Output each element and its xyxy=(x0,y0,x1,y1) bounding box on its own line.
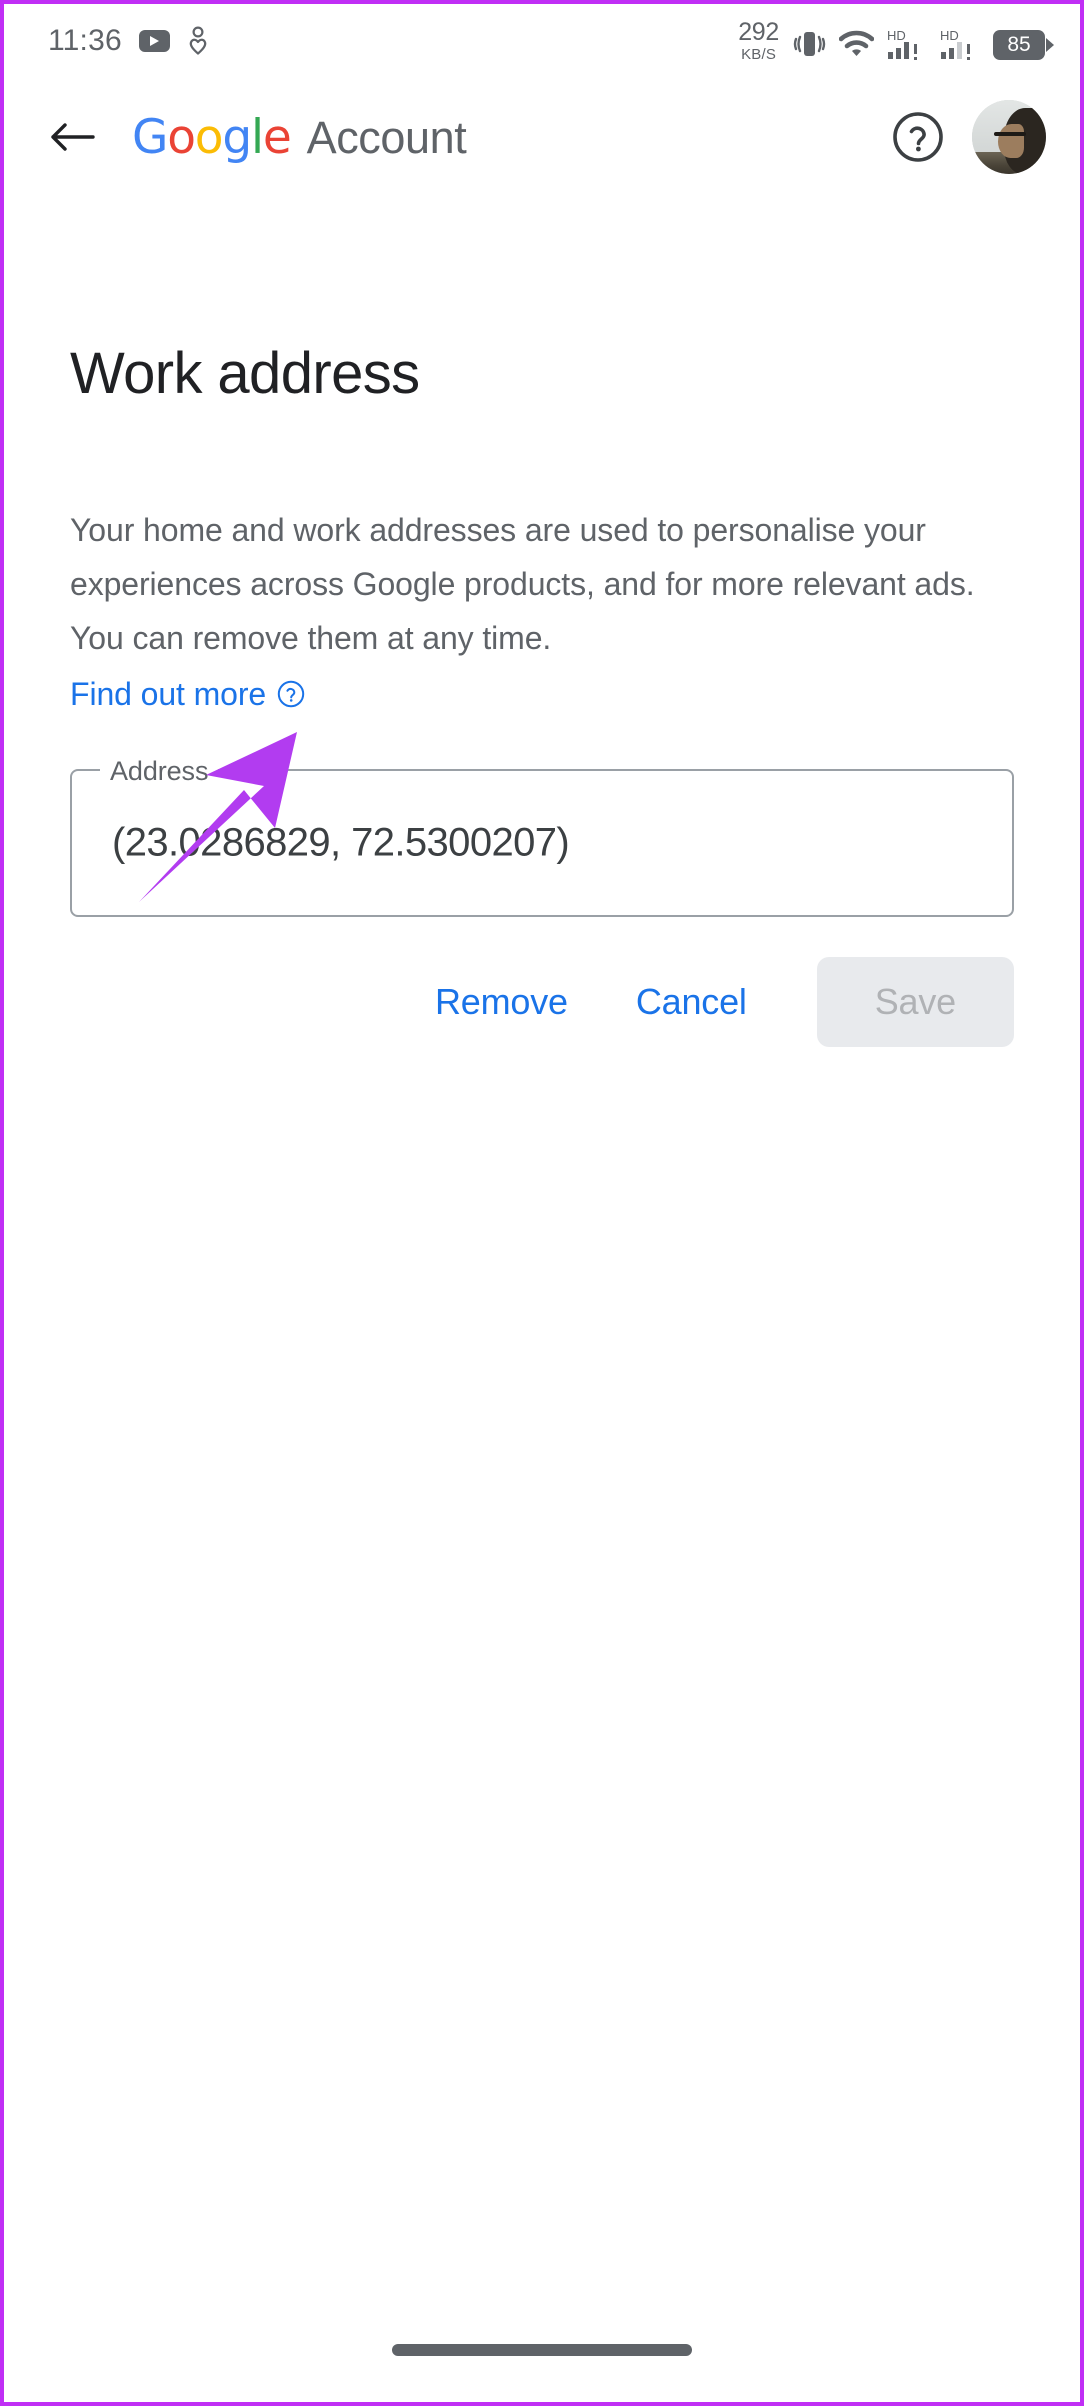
help-circle-icon xyxy=(892,111,944,163)
youtube-icon xyxy=(138,30,170,52)
vibrate-icon xyxy=(792,28,826,60)
battery-level-label: 85 xyxy=(1007,33,1031,56)
svg-text:HD: HD xyxy=(940,28,959,43)
google-logo-e: e xyxy=(262,109,292,165)
status-bar-right: 292 KB/S HD HD 85 xyxy=(738,17,1054,63)
network-speed-value: 292 xyxy=(738,17,779,46)
description-text: Your home and work addresses are used to… xyxy=(70,511,975,656)
google-account-brand[interactable]: Google Account xyxy=(132,111,467,163)
signal-bars-icon-2: HD xyxy=(940,28,980,60)
back-button[interactable] xyxy=(40,105,104,169)
status-bar-left: 11:36 xyxy=(48,26,209,56)
status-bar-clock: 11:36 xyxy=(48,24,122,57)
phone-screen: 11:36 292 KB/S HD HD 85 Google Account W… xyxy=(0,0,1084,2406)
page-title: Work address xyxy=(70,341,420,406)
app-bar: Google Account xyxy=(4,82,1080,192)
avatar-face xyxy=(998,124,1024,158)
google-logo-g2: g xyxy=(222,109,252,165)
find-out-more-label: Find out more xyxy=(70,675,267,712)
signal-bars-icon-1: HD xyxy=(887,28,927,60)
wifi-icon xyxy=(838,30,875,58)
action-buttons-row: Remove Cancel Save xyxy=(70,956,1014,1047)
cancel-button[interactable]: Cancel xyxy=(608,961,775,1043)
navigation-gesture-bar[interactable] xyxy=(392,2344,692,2356)
app-bar-title: Account xyxy=(306,111,467,163)
main-content: Work address Your home and work addresse… xyxy=(4,192,1080,1047)
help-circle-icon xyxy=(277,680,305,708)
save-button: Save xyxy=(816,956,1014,1047)
remove-button[interactable]: Remove xyxy=(407,961,596,1043)
battery-cap xyxy=(1046,37,1054,52)
avatar[interactable] xyxy=(972,100,1046,174)
find-out-more-link[interactable]: Find out more xyxy=(70,667,305,721)
app-bar-actions xyxy=(892,100,1046,174)
google-logo: Google xyxy=(132,114,292,161)
svg-text:HD: HD xyxy=(887,28,906,43)
back-arrow-icon xyxy=(49,120,95,154)
battery-indicator: 85 xyxy=(993,29,1054,60)
network-speed-indicator: 292 KB/S xyxy=(738,17,779,63)
network-speed-unit: KB/S xyxy=(741,45,777,63)
address-field[interactable]: Address (23.0286829, 72.5300207) xyxy=(70,753,1014,917)
google-logo-o2: o xyxy=(194,109,224,165)
google-logo-l: l xyxy=(251,109,264,165)
help-button[interactable] xyxy=(892,111,944,163)
address-field-value[interactable]: (23.0286829, 72.5300207) xyxy=(112,820,570,865)
status-bar: 11:36 292 KB/S HD HD 85 xyxy=(4,4,1080,78)
address-field-label: Address xyxy=(100,753,219,788)
heart-person-icon xyxy=(187,26,209,56)
google-logo-g: G xyxy=(132,109,168,165)
avatar-glasses xyxy=(994,132,1026,136)
google-logo-o1: o xyxy=(167,109,196,165)
